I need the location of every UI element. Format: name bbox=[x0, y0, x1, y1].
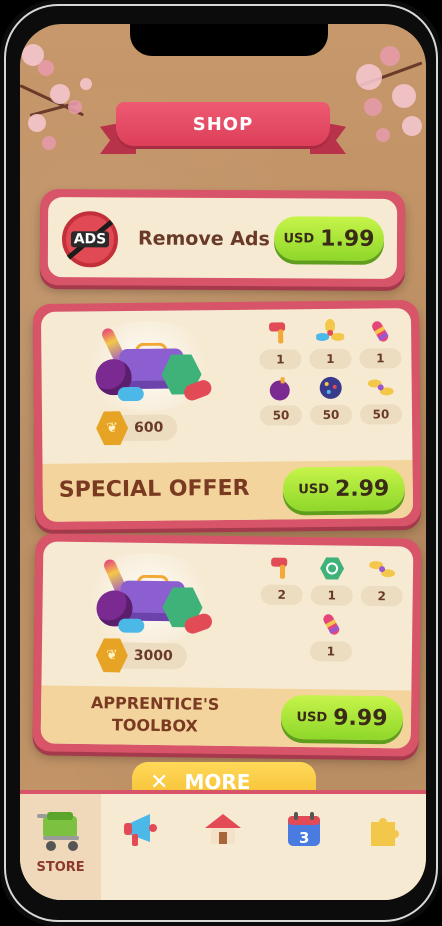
bottom-tab-bar: STORE 3 bbox=[20, 790, 426, 900]
toolbox-illustration bbox=[71, 320, 222, 412]
item-propeller: 1 bbox=[309, 318, 352, 370]
disco-ball-icon bbox=[310, 375, 352, 401]
item-shuffle: 1 bbox=[310, 555, 354, 606]
rocket-icon bbox=[310, 611, 352, 638]
no-ads-icon: ADS bbox=[61, 211, 119, 268]
item-hammer: 2 bbox=[260, 554, 304, 606]
hammer-icon bbox=[259, 319, 301, 345]
tab-calendar[interactable]: 3 bbox=[264, 794, 345, 900]
apprentice-toolbox-buy-button[interactable]: USD 9.99 bbox=[280, 694, 404, 741]
item-rocket: 1 bbox=[359, 318, 402, 369]
puzzle-icon bbox=[371, 818, 400, 846]
shop-screen: SHOP ADS Remove Ads USD 1.99 ❦ 600 1 1 1… bbox=[20, 24, 426, 900]
item-hammer: 1 bbox=[259, 319, 302, 370]
coin-icon: ❦ bbox=[96, 638, 128, 672]
shopping-cart-icon bbox=[36, 812, 79, 851]
house-icon bbox=[205, 814, 241, 844]
calendar-day: 3 bbox=[298, 829, 310, 847]
item-bomb: 50 bbox=[259, 375, 303, 426]
apprentice-toolbox-card: ❦ 3000 2 1 2 1 APPRENTICE'S TOOLBOX USD … bbox=[32, 533, 422, 757]
tab-store[interactable]: STORE bbox=[20, 794, 102, 900]
device-notch bbox=[130, 24, 328, 56]
rocket-icon bbox=[359, 318, 401, 344]
special-offer-title: SPECIAL OFFER bbox=[58, 475, 250, 503]
tab-announcements[interactable] bbox=[101, 794, 182, 900]
special-offer-card: ❦ 600 1 1 1 50 50 50 SPECIAL OFFER USD 2… bbox=[32, 299, 422, 531]
fan-icon bbox=[360, 374, 402, 400]
apprentice-toolbox-title: APPRENTICE'S TOOLBOX bbox=[90, 693, 220, 736]
coin-amount: ❦ 600 bbox=[98, 415, 178, 442]
remove-ads-card: ADS Remove Ads USD 1.99 bbox=[39, 189, 406, 287]
tab-puzzle[interactable] bbox=[345, 794, 426, 900]
remove-ads-buy-button[interactable]: USD 1.99 bbox=[273, 216, 385, 261]
item-fan: 2 bbox=[360, 556, 404, 607]
page-title: SHOP bbox=[192, 113, 254, 135]
toolbox-illustration bbox=[72, 551, 223, 644]
shop-title-banner: SHOP bbox=[100, 102, 346, 158]
apprentice-toolbox-footer: APPRENTICE'S TOOLBOX USD 9.99 bbox=[40, 685, 412, 749]
item-rocket: 1 bbox=[309, 611, 353, 662]
fan-icon bbox=[361, 556, 403, 583]
shuffle-icon bbox=[311, 555, 353, 582]
hammer-icon bbox=[261, 554, 303, 581]
remove-ads-label: Remove Ads bbox=[137, 227, 270, 251]
bomb-icon bbox=[260, 375, 302, 401]
item-fan: 50 bbox=[359, 374, 403, 425]
special-offer-buy-button[interactable]: USD 2.99 bbox=[282, 466, 406, 512]
coin-amount: ❦ 3000 bbox=[98, 642, 187, 669]
special-offer-footer: SPECIAL OFFER USD 2.99 bbox=[42, 460, 414, 522]
device-frame: SHOP ADS Remove Ads USD 1.99 ❦ 600 1 1 1… bbox=[0, 0, 442, 926]
megaphone-icon bbox=[123, 814, 157, 846]
item-disco-ball: 50 bbox=[309, 375, 353, 426]
propeller-icon bbox=[309, 318, 351, 345]
coin-icon: ❦ bbox=[96, 411, 128, 445]
tab-home[interactable] bbox=[182, 794, 263, 900]
tab-store-label: STORE bbox=[36, 860, 85, 875]
